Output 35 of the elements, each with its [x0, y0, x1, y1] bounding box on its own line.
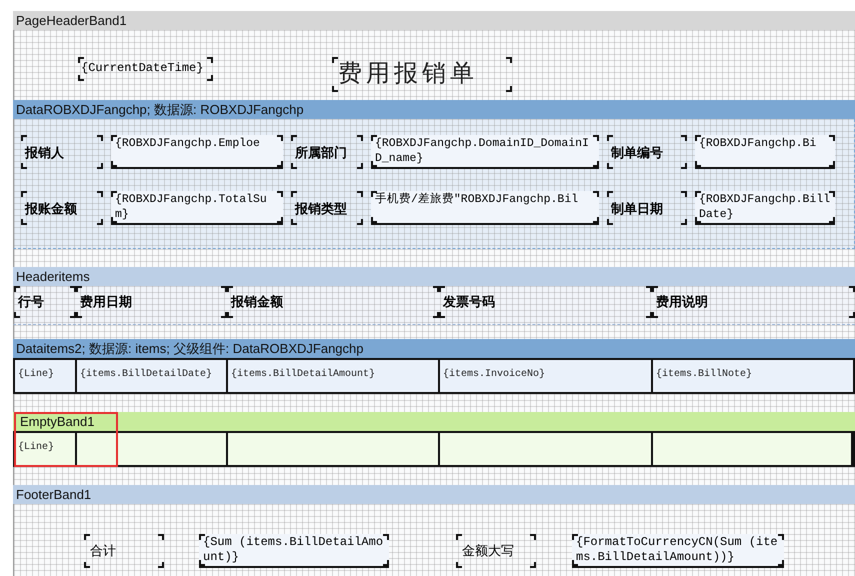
table-cell-text: {items.BillNote} [655, 368, 754, 382]
field-label: 金额大写 [456, 534, 536, 568]
column-header: 费用日期 [76, 286, 227, 318]
band-header: Headeritems [13, 267, 855, 286]
band-header: DataROBXDJFangchp; 数据源: ROBXDJFangchp [13, 100, 855, 119]
column-header: 发票号码 [439, 286, 652, 318]
band-header: FooterBand1 [13, 485, 855, 504]
data-field: {Sum (items.BillDetailAmount)} [199, 534, 389, 568]
table-cell: {Line} [15, 433, 77, 465]
date-field: {CurrentDateTime} [78, 57, 213, 81]
field-label: 制单编号 [607, 135, 687, 169]
field-label: 合计 [84, 534, 164, 568]
data-field: {ROBXDJFangchp.Bi [695, 135, 835, 169]
report-title: 费用报销单 [332, 57, 512, 92]
field-label: 制单日期 [607, 191, 687, 225]
table-cell: {Line} [15, 360, 77, 392]
table-cell: {items.InvoiceNo} [440, 360, 653, 392]
band-header: EmptyBand1 [13, 412, 855, 431]
data-field: {ROBXDJFangchp.BillDate} [695, 191, 835, 225]
field-label: 报账金额 [21, 191, 103, 225]
field-label: 报销类型 [291, 191, 363, 225]
table-cell: {items.BillDetailAmount} [228, 360, 440, 392]
data-field: {ROBXDJFangchp.Emploe [111, 135, 283, 169]
column-header: 报销金额 [227, 286, 439, 318]
band-header: PageHeaderBand1 [13, 11, 855, 30]
band-header: Dataitems2; 数据源: items; 父级组件: DataROBXDJFangchp [13, 339, 855, 358]
column-header: 费用说明 [652, 286, 855, 318]
data-field: {FormatToCurrencyCN(Sum (items.BillDetailAmount))} [572, 534, 784, 568]
column-header: 行号 [14, 286, 76, 318]
table-cell: {items.BillDetailDate} [77, 360, 228, 392]
data-field: {ROBXDJFangchp.TotalSum} [111, 191, 283, 225]
data-field: 手机费/差旅费"ROBXDJFangchp.Bil [371, 191, 599, 225]
field-label: 报销人 [21, 135, 103, 169]
field-label: 所属部门 [291, 135, 363, 169]
data-field: {ROBXDJFangchp.DomainID_DomainID_name} [371, 135, 599, 169]
